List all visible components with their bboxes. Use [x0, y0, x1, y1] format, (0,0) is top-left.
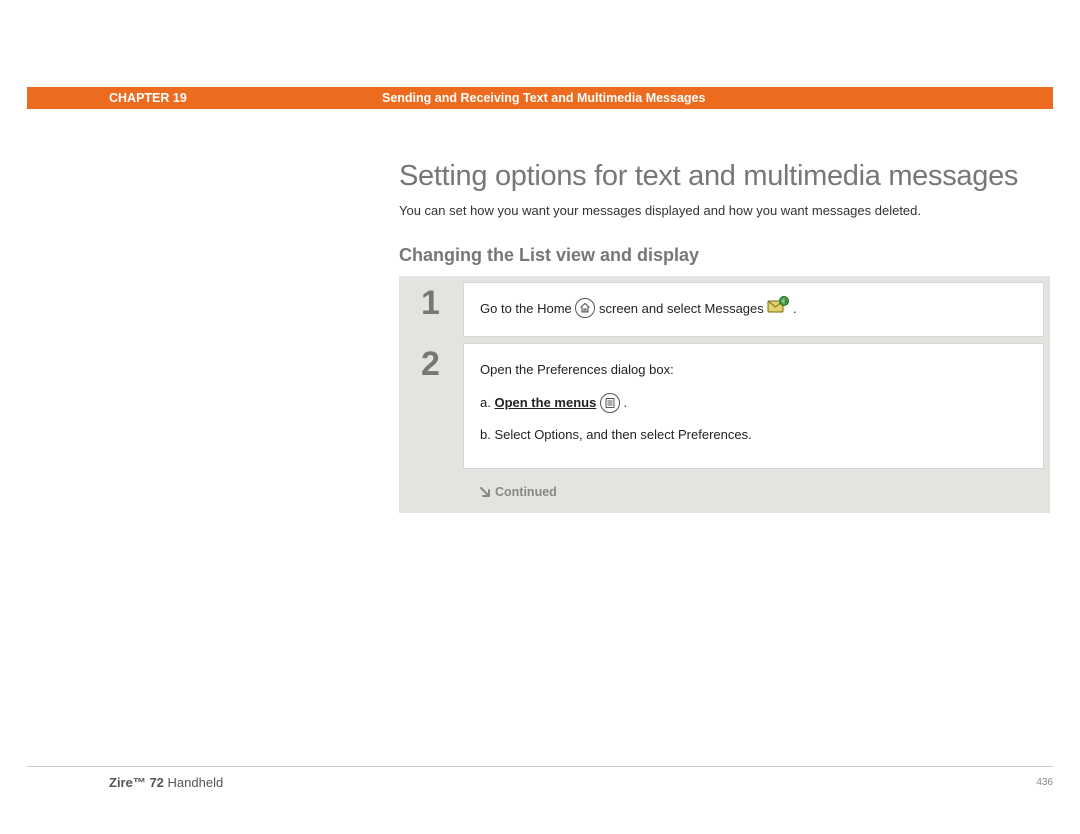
section-intro: You can set how you want your messages d… [399, 201, 1050, 221]
step-body: Open the Preferences dialog box: a. Open… [463, 343, 1044, 469]
step-number: 1 [405, 282, 463, 337]
step-row: 2 Open the Preferences dialog box: a. Op… [405, 343, 1044, 469]
subsection-title: Changing the List view and display [399, 245, 1050, 266]
continued-row: Continued [405, 475, 1044, 505]
messages-icon [767, 296, 789, 321]
chapter-title: Sending and Receiving Text and Multimedi… [382, 91, 705, 105]
step2-line1: Open the Preferences dialog box: [480, 358, 1027, 381]
footer-product: Zire™ 72 Handheld [27, 775, 223, 790]
steps-container: 1 Go to the Home screen and select Messa… [399, 276, 1050, 514]
home-icon [575, 298, 595, 318]
step-row: 1 Go to the Home screen and select Messa… [405, 282, 1044, 337]
step-body: Go to the Home screen and select Message… [463, 282, 1044, 337]
page-footer: Zire™ 72 Handheld 436 [27, 766, 1053, 790]
step-number: 2 [405, 343, 463, 469]
chapter-label: CHAPTER 19 [27, 91, 382, 105]
step1-text-mid: screen and select Messages [599, 301, 767, 316]
step2-sublist: a. Open the menus . b. Select Options, a [480, 391, 1027, 446]
step1-text-pre: Go to the Home [480, 301, 575, 316]
menu-icon [600, 393, 620, 413]
open-menus-link[interactable]: Open the menus [494, 395, 596, 410]
section-title: Setting options for text and multimedia … [399, 160, 1050, 193]
continued-label: Continued [495, 485, 557, 499]
footer-product-rest: Handheld [164, 775, 223, 790]
main-content: Setting options for text and multimedia … [399, 160, 1050, 513]
footer-product-bold: Zire™ 72 [109, 775, 164, 790]
step2-a-post: . [624, 395, 628, 410]
step2-item-a: a. Open the menus . [480, 391, 1027, 414]
step1-text-post: . [793, 301, 797, 316]
chapter-header-bar: CHAPTER 19 Sending and Receiving Text an… [27, 87, 1053, 109]
step2-item-b: b. Select Options, and then select Prefe… [480, 423, 1027, 446]
footer-page-number: 436 [1036, 777, 1053, 788]
continued-arrow-icon [479, 486, 491, 498]
step2-a-prefix: a. [480, 395, 494, 410]
